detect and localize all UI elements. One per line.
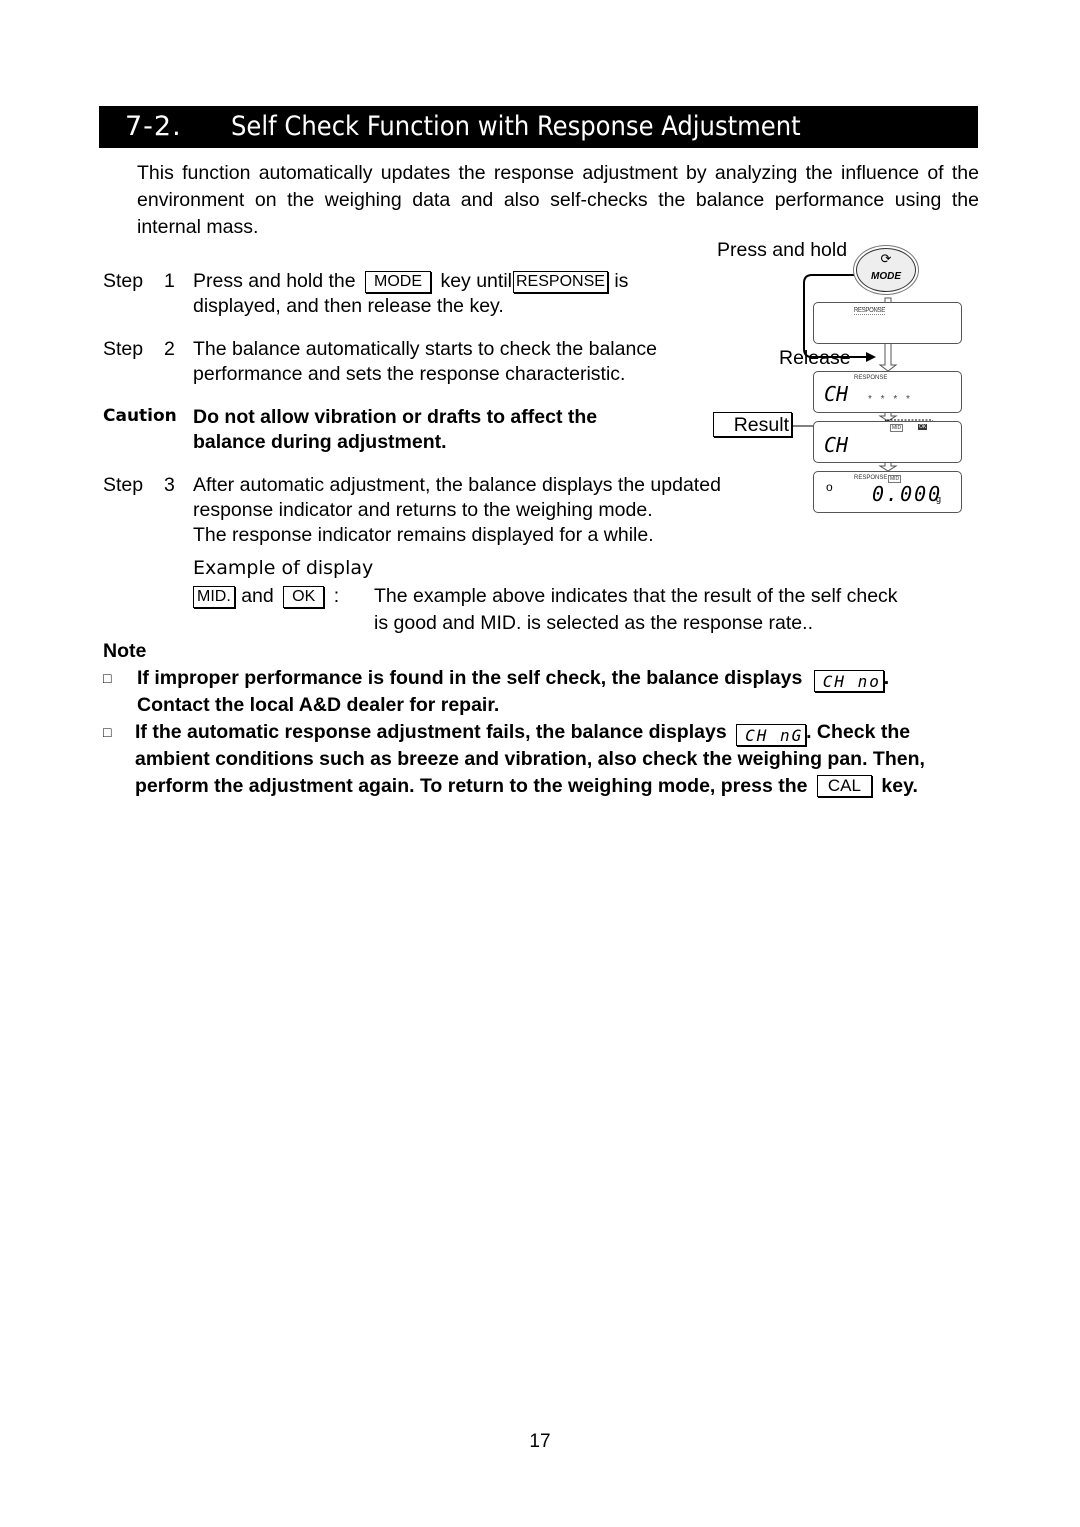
mode-key: MODE bbox=[365, 271, 432, 293]
ch-ng-display: CH nG bbox=[736, 724, 807, 746]
step-2-number: 2 bbox=[164, 338, 175, 360]
section-title: Self Check Function with Response Adjust… bbox=[231, 111, 801, 142]
ch-result-text: CH bbox=[824, 433, 849, 457]
step-1-text-b: key until bbox=[440, 270, 512, 292]
note-1-text: If improper performance is found in the … bbox=[137, 667, 803, 689]
caution-line2: balance during adjustment. bbox=[193, 431, 447, 453]
cal-key: CAL bbox=[816, 775, 872, 797]
response-tag: RESPONSE bbox=[854, 375, 888, 381]
display-panel-3: MID OK CH bbox=[813, 421, 962, 463]
display-panel-1: RESPONSE bbox=[813, 302, 962, 344]
blinking-stars: * * * * bbox=[868, 394, 913, 405]
step-1-label: Step bbox=[103, 270, 144, 292]
mode-button-label: MODE bbox=[871, 271, 901, 282]
zero-indicator: o bbox=[826, 480, 833, 494]
response-indicator: RESPONSE bbox=[513, 271, 608, 293]
display-panel-2: RESPONSE CH * * * * bbox=[813, 371, 962, 413]
step-2-line1: The balance automatically starts to chec… bbox=[193, 338, 657, 360]
example-and: and bbox=[241, 585, 274, 607]
section-title-bar: 7-2. Self Check Function with Response A… bbox=[99, 106, 978, 148]
ok-key: OK bbox=[283, 586, 325, 608]
step-1-text-c: is bbox=[614, 270, 629, 292]
ch-display-text: CH bbox=[824, 382, 849, 406]
note-2-text: If the automatic response adjustment fai… bbox=[135, 721, 727, 743]
step-2-label: Step bbox=[103, 338, 144, 360]
response-blink-tag: RESPONSE bbox=[854, 307, 885, 315]
note-2-line2: ambient conditions such as breeze and vi… bbox=[135, 748, 925, 770]
caution-line1: Do not allow vibration or drafts to affe… bbox=[193, 406, 598, 428]
weight-display: 0.000 bbox=[872, 482, 943, 506]
step-1-number: 1 bbox=[164, 270, 175, 292]
bullet-icon: □ bbox=[103, 670, 112, 686]
step-3-line1: After automatic adjustment, the balance … bbox=[193, 474, 721, 496]
note-2-text-after: . Check the bbox=[806, 721, 911, 743]
step-1-text-a: Press and hold the bbox=[193, 270, 356, 292]
note-1-period: . bbox=[883, 667, 890, 689]
section-number: 7-2. bbox=[125, 111, 182, 142]
down-arrow-icon bbox=[878, 461, 898, 472]
mode-button: ⟳ MODE bbox=[856, 248, 916, 292]
unit-label: g bbox=[936, 494, 942, 504]
release-label: Release bbox=[779, 347, 851, 369]
cycle-icon: ⟳ bbox=[880, 251, 892, 266]
intro-paragraph: This function automatically updates the … bbox=[137, 162, 979, 238]
page-number: 17 bbox=[529, 1431, 551, 1452]
mid-tag: MID bbox=[890, 424, 904, 432]
display-panel-4: o RESPONSE MID 0.000 g bbox=[813, 471, 962, 513]
note-1-line2: Contact the local A&D dealer for repair. bbox=[137, 694, 500, 716]
note-heading: Note bbox=[103, 640, 147, 662]
procedure-diagram: Press and hold ⟳ MODE RESPONSE Release R… bbox=[700, 235, 980, 525]
bullet-icon: □ bbox=[103, 724, 112, 740]
mid-key: MID. bbox=[193, 586, 235, 608]
release-arrowhead bbox=[866, 352, 876, 362]
example-line2: is good and MID. is selected as the resp… bbox=[374, 612, 813, 634]
step-3-line2: response indicator and returns to the we… bbox=[193, 499, 653, 521]
ch-no-display: CH no bbox=[813, 670, 884, 692]
down-arrow-icon bbox=[878, 342, 898, 372]
step-1-line2: displayed, and then release the key. bbox=[193, 295, 504, 317]
step-2-line2: performance and sets the response charac… bbox=[193, 363, 626, 385]
example-line1: The example above indicates that the res… bbox=[374, 585, 898, 607]
caution-label: Caution bbox=[103, 406, 177, 426]
example-colon: : bbox=[333, 585, 340, 607]
step-3-line3: The response indicator remains displayed… bbox=[193, 524, 654, 546]
step-3-label: Step bbox=[103, 474, 144, 496]
example-keys: MID. and OK : bbox=[193, 583, 339, 610]
note-2-line3-after: key. bbox=[881, 775, 918, 797]
ok-tag: OK bbox=[918, 424, 928, 430]
note-2-line3: perform the adjustment again. To return … bbox=[135, 775, 808, 797]
example-heading: Example of display bbox=[193, 557, 374, 579]
response-tag: RESPONSE bbox=[854, 475, 888, 481]
result-label: Result bbox=[713, 412, 792, 437]
step-3-number: 3 bbox=[164, 474, 175, 496]
